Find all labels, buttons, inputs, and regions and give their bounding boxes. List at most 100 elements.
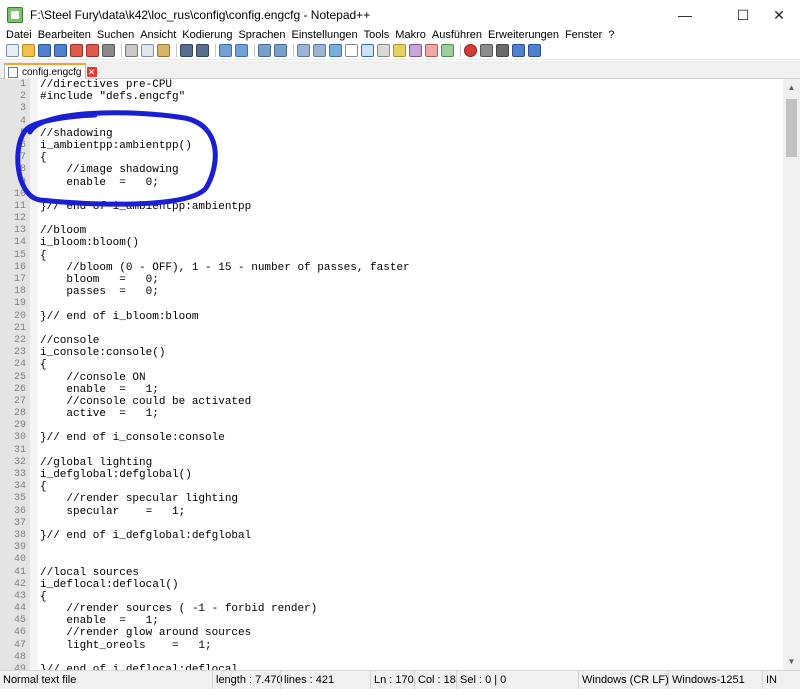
scroll-thumb[interactable] bbox=[786, 99, 797, 157]
title-bar: F:\Steel Fury\data\k42\loc_rus\config\co… bbox=[0, 0, 800, 30]
line-number: 34 bbox=[13, 481, 26, 493]
code-line: 10 bbox=[0, 189, 783, 201]
code-line: 13 //bloom bbox=[0, 225, 783, 237]
line-number: 19 bbox=[13, 298, 26, 310]
save-all-icon[interactable] bbox=[54, 44, 67, 57]
line-number: 3 bbox=[19, 103, 26, 115]
redo-icon[interactable] bbox=[196, 44, 209, 57]
status-encoding[interactable]: Windows-1251 bbox=[668, 671, 760, 689]
menu-ansicht[interactable]: Ansicht bbox=[137, 29, 179, 41]
line-number: 37 bbox=[13, 517, 26, 529]
line-text: passes = 0; bbox=[40, 286, 159, 299]
code-line: 28 active = 1; bbox=[0, 408, 783, 420]
code-line: 44 //render sources ( -1 - forbid render… bbox=[0, 603, 783, 615]
scroll-down-icon[interactable]: ▼ bbox=[783, 653, 800, 670]
replace-icon[interactable] bbox=[235, 44, 248, 57]
record-macro-icon[interactable] bbox=[464, 44, 477, 57]
copy-icon[interactable] bbox=[141, 44, 154, 57]
code-line: 48 bbox=[0, 652, 783, 664]
menu-suchen[interactable]: Suchen bbox=[94, 29, 137, 41]
code-line: 30}// end of i_console:console bbox=[0, 432, 783, 444]
scroll-up-icon[interactable]: ▲ bbox=[783, 79, 800, 96]
zoom-out-icon[interactable] bbox=[274, 44, 287, 57]
line-number: 13 bbox=[13, 225, 26, 237]
close-window-button[interactable]: ✕ bbox=[756, 0, 800, 30]
menu-bearbeiten[interactable]: Bearbeiten bbox=[35, 29, 94, 41]
show-all-chars-icon[interactable] bbox=[345, 44, 358, 57]
undo-icon[interactable] bbox=[180, 44, 193, 57]
line-number: 32 bbox=[13, 456, 26, 468]
new-file-icon[interactable] bbox=[6, 44, 19, 57]
menu-datei[interactable]: Datei bbox=[0, 29, 35, 41]
status-eol[interactable]: Windows (CR LF) bbox=[578, 671, 669, 689]
line-text: //image shadowing bbox=[40, 164, 179, 177]
toolbar-separator bbox=[176, 44, 177, 57]
line-text: //global lighting bbox=[40, 456, 153, 469]
vertical-scrollbar[interactable]: ▲ ▼ bbox=[783, 79, 800, 670]
line-text: }// end of i_defglobal:defglobal bbox=[40, 529, 252, 542]
tab-label: config.engcfg bbox=[22, 66, 82, 78]
line-number: 23 bbox=[13, 347, 26, 359]
menu-bar: Datei Bearbeiten Suchen Ansicht Kodierun… bbox=[0, 27, 800, 42]
menu-sprachen[interactable]: Sprachen bbox=[235, 29, 288, 41]
open-file-icon[interactable] bbox=[22, 44, 35, 57]
line-text: i_console:console() bbox=[40, 347, 166, 360]
menu-makro[interactable]: Makro bbox=[392, 29, 429, 41]
code-line: 1 //directives pre-CPU bbox=[0, 79, 783, 91]
code-line: 23 i_console:console() bbox=[0, 347, 783, 359]
close-all-icon[interactable] bbox=[86, 44, 99, 57]
close-file-icon[interactable] bbox=[70, 44, 83, 57]
close-tab-icon[interactable]: ✕ bbox=[86, 67, 97, 77]
save-icon[interactable] bbox=[38, 44, 51, 57]
line-number: 5 bbox=[19, 127, 26, 139]
monitoring-icon[interactable] bbox=[441, 44, 454, 57]
sync-scroll-v-icon[interactable] bbox=[297, 44, 310, 57]
play-macro-icon[interactable] bbox=[496, 44, 509, 57]
menu-kodierung[interactable]: Kodierung bbox=[179, 29, 235, 41]
save-macro-icon[interactable] bbox=[528, 44, 541, 57]
code-line: 11}// end of i_ambientpp:ambientpp bbox=[0, 201, 783, 213]
tab-config-engcfg[interactable]: config.engcfg ✕ bbox=[4, 63, 97, 79]
word-wrap-icon[interactable] bbox=[329, 44, 342, 57]
code-line: 27 //console could be activated bbox=[0, 396, 783, 408]
file-icon bbox=[8, 66, 18, 78]
stop-macro-icon[interactable] bbox=[480, 44, 493, 57]
find-icon[interactable] bbox=[219, 44, 232, 57]
line-text: }// end of i_ambientpp:ambientpp bbox=[40, 200, 252, 213]
line-text: { bbox=[40, 590, 47, 603]
code-line: 3 bbox=[0, 103, 783, 115]
print-icon[interactable] bbox=[102, 44, 115, 57]
sync-scroll-h-icon[interactable] bbox=[313, 44, 326, 57]
indent-guide-icon[interactable] bbox=[361, 44, 374, 57]
menu-einstellungen[interactable]: Einstellungen bbox=[289, 29, 361, 41]
menu-tools[interactable]: Tools bbox=[361, 29, 393, 41]
zoom-in-icon[interactable] bbox=[258, 44, 271, 57]
cut-icon[interactable] bbox=[125, 44, 138, 57]
menu-erweiterungen[interactable]: Erweiterungen bbox=[485, 29, 562, 41]
function-list-icon[interactable] bbox=[409, 44, 422, 57]
code-lines: 1 //directives pre-CPU 2 #include "defs.eng… bbox=[0, 79, 783, 670]
line-number: 10 bbox=[13, 188, 26, 200]
code-line: 41 //local sources bbox=[0, 567, 783, 579]
line-number: 36 bbox=[13, 505, 26, 517]
toolbar-separator bbox=[293, 44, 294, 57]
code-line: 46 //render glow around sources bbox=[0, 627, 783, 639]
code-line: 15 { bbox=[0, 250, 783, 262]
menu-ausfuehren[interactable]: Ausführen bbox=[429, 29, 485, 41]
code-line: 33 i_defglobal:defglobal() bbox=[0, 469, 783, 481]
folder-workspace-icon[interactable] bbox=[425, 44, 438, 57]
code-line: 24 { bbox=[0, 359, 783, 371]
udl-icon[interactable] bbox=[377, 44, 390, 57]
menu-fenster[interactable]: Fenster bbox=[562, 29, 605, 41]
paste-icon[interactable] bbox=[157, 44, 170, 57]
menu-help[interactable]: ? bbox=[605, 29, 617, 41]
line-text: //console bbox=[40, 334, 100, 347]
line-number: 47 bbox=[13, 639, 26, 651]
doc-map-icon[interactable] bbox=[393, 44, 406, 57]
code-line: 39 bbox=[0, 542, 783, 554]
run-macro-multiple-icon[interactable] bbox=[512, 44, 525, 57]
editor-area[interactable]: 1 //directives pre-CPU 2 #include "defs.eng… bbox=[0, 79, 800, 670]
minimize-button[interactable]: — bbox=[662, 0, 708, 30]
line-number: 48 bbox=[13, 651, 26, 663]
line-number: 35 bbox=[13, 493, 26, 505]
